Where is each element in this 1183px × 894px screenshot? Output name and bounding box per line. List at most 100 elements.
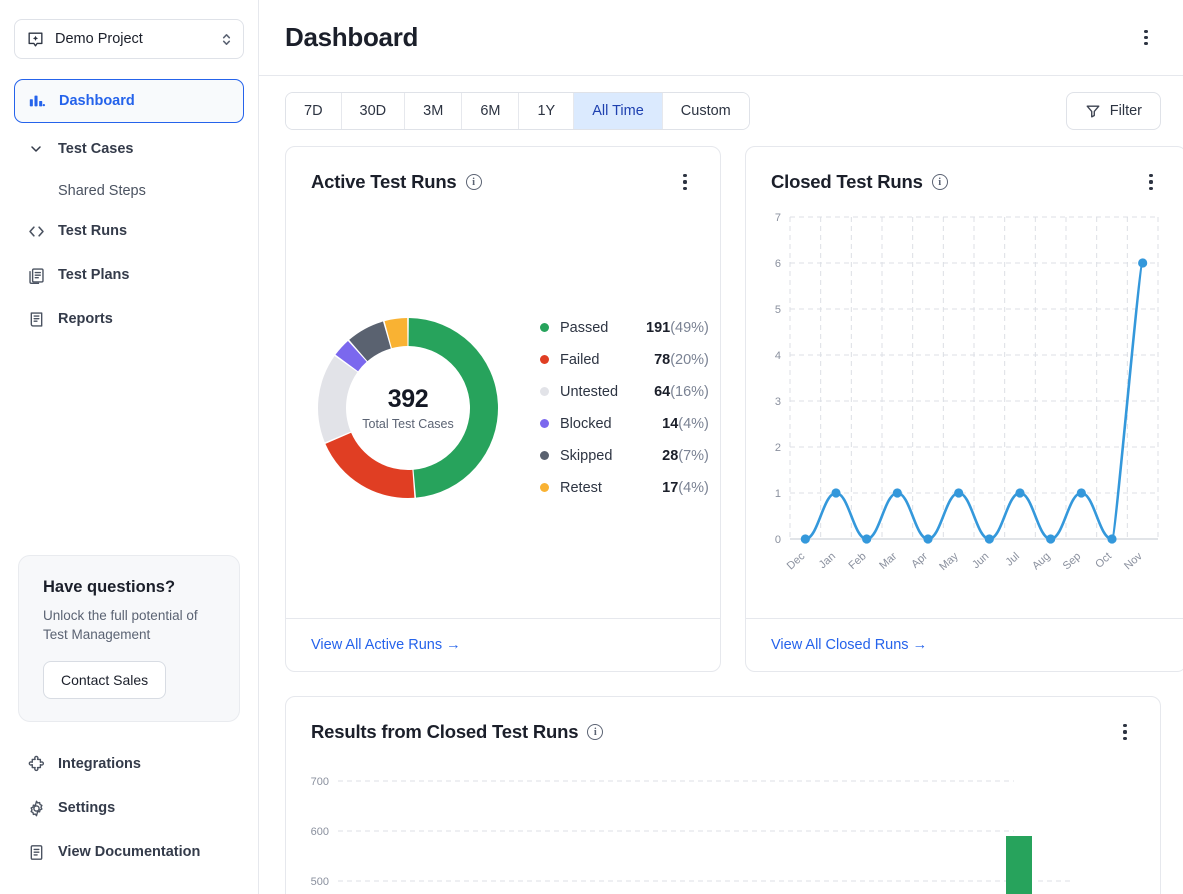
x-axis-tick: Mar [877, 550, 899, 572]
legend-value: 191 [646, 319, 671, 336]
kebab-menu-icon [1123, 724, 1127, 728]
data-point[interactable] [954, 488, 964, 498]
card-title: Active Test Runs [311, 171, 457, 192]
code-brackets-icon [26, 221, 46, 241]
legend-percent: (4%) [678, 479, 709, 496]
contact-sales-button[interactable]: Contact Sales [43, 661, 167, 699]
data-point[interactable] [1046, 534, 1056, 544]
sidebar-item-view-documentation[interactable]: View Documentation [14, 832, 244, 872]
data-point[interactable] [1015, 488, 1025, 498]
secondary-nav: Integrations Settings View Documentation [0, 722, 258, 894]
filter-button[interactable]: Filter [1065, 92, 1161, 130]
sidebar-item-dashboard[interactable]: Dashboard [14, 79, 244, 123]
data-point[interactable] [892, 488, 902, 498]
legend-percent: (49%) [670, 319, 709, 336]
range-tab-1y[interactable]: 1Y [519, 93, 575, 129]
legend-item-skipped[interactable]: Skipped 28 (7%) [540, 448, 709, 464]
primary-nav: Dashboard Test Cases Shared Steps Test R… [0, 79, 258, 343]
project-badge-icon [26, 30, 45, 49]
range-tab-all-time[interactable]: All Time [574, 93, 663, 129]
x-axis-tick: Aug [1030, 550, 1053, 572]
info-icon[interactable]: i [587, 724, 604, 740]
legend-color-dot [540, 323, 549, 332]
legend-item-retest[interactable]: Retest 17 (4%) [540, 480, 709, 496]
sidebar-item-settings[interactable]: Settings [14, 788, 244, 828]
data-point[interactable] [862, 534, 872, 544]
range-tab-7d[interactable]: 7D [286, 93, 342, 129]
legend-item-blocked[interactable]: Blocked 14 (4%) [540, 416, 709, 432]
sidebar-item-label: Reports [58, 311, 113, 327]
promo-body: Unlock the full potential of Test Manage… [43, 607, 198, 642]
y-axis-tick: 700 [311, 776, 329, 788]
legend-item-untested[interactable]: Untested 64 (16%) [540, 384, 709, 400]
page-title: Dashboard [285, 22, 419, 52]
puzzle-icon [26, 754, 46, 774]
legend-percent: (16%) [670, 383, 709, 400]
card-menu-button[interactable] [1110, 717, 1140, 747]
dashboard-toolbar: 7D 30D 3M 6M 1Y All Time Custom Filter [285, 76, 1161, 146]
legend-label: Passed [560, 319, 609, 336]
data-point[interactable] [800, 534, 810, 544]
legend-value: 28 [662, 447, 679, 464]
sidebar-item-test-cases[interactable]: Test Cases [14, 129, 244, 169]
data-point[interactable] [831, 488, 841, 498]
data-point[interactable] [1138, 258, 1148, 268]
range-tab-30d[interactable]: 30D [341, 93, 406, 129]
project-selector[interactable]: Demo Project [14, 19, 244, 59]
y-axis-tick: 3 [775, 396, 781, 408]
donut-svg [318, 317, 499, 498]
chevron-updown-icon[interactable] [220, 31, 233, 48]
donut-slice-passed[interactable] [408, 317, 499, 498]
legend-percent: (4%) [678, 415, 709, 432]
y-axis-tick: 7 [775, 212, 781, 224]
view-all-closed-runs-link[interactable]: View All Closed Runs → [771, 637, 927, 653]
x-axis-tick: Dec [785, 550, 808, 572]
data-point[interactable] [923, 534, 933, 544]
y-axis-tick: 500 [311, 876, 329, 888]
card-footer: View All Active Runs → [286, 618, 720, 671]
line-chart-area: 0 1 2 3 4 5 6 7 Dec Jan Feb Mar Apr May Jun Jul Aug Sep Oc… [746, 197, 1183, 618]
main-content: Dashboard 7D 30D 3M 6M 1Y All Time Custo… [259, 0, 1183, 894]
legend-color-dot [540, 483, 549, 492]
info-icon[interactable]: i [465, 174, 482, 190]
legend-color-dot [540, 419, 549, 428]
page-menu-button[interactable] [1131, 23, 1161, 53]
kebab-menu-icon [683, 174, 687, 178]
range-tab-custom[interactable]: Custom [662, 93, 749, 129]
donut-slice-failed[interactable] [325, 432, 415, 498]
view-all-active-runs-link[interactable]: View All Active Runs → [311, 637, 461, 653]
data-point[interactable] [984, 534, 994, 544]
kebab-menu-icon [1144, 29, 1148, 33]
bar-passed[interactable] [1006, 836, 1032, 894]
data-point[interactable] [1076, 488, 1086, 498]
card-menu-button[interactable] [670, 167, 700, 197]
sidebar-item-test-plans[interactable]: Test Plans [14, 255, 244, 295]
sidebar-item-label: Test Plans [58, 267, 130, 283]
sidebar-item-test-runs[interactable]: Test Runs [14, 211, 244, 251]
legend-color-dot [540, 355, 549, 364]
legend-value: 64 [654, 383, 671, 400]
legend-item-failed[interactable]: Failed 78 (20%) [540, 352, 709, 368]
legend-item-passed[interactable]: Passed 191 (49%) [540, 320, 709, 336]
card-header: Closed Test Runs i [746, 147, 1183, 197]
card-menu-button[interactable] [1136, 167, 1166, 197]
donut-slice-untested[interactable] [318, 355, 358, 442]
card-title: Results from Closed Test Runs [311, 721, 579, 742]
bar-chart-svg: 700 600 500 [311, 776, 1072, 894]
legend-value: 17 [662, 479, 679, 496]
sidebar-item-label: Shared Steps [58, 183, 146, 199]
y-axis-tick: 1 [775, 488, 781, 500]
range-tab-6m[interactable]: 6M [462, 93, 520, 129]
dashboard-body: 7D 30D 3M 6M 1Y All Time Custom Filter A… [259, 76, 1183, 894]
cards-row: Active Test Runs i 392 Total Test Cases … [285, 146, 1183, 672]
y-axis-tick: 5 [775, 304, 781, 316]
sidebar-item-integrations[interactable]: Integrations [14, 744, 244, 784]
sidebar-item-label: Dashboard [59, 93, 135, 109]
sidebar-item-reports[interactable]: Reports [14, 299, 244, 339]
donut-chart-area: 392 Total Test Cases Passed 191 (49%) Fa… [286, 197, 720, 618]
sidebar-item-shared-steps[interactable]: Shared Steps [14, 173, 244, 209]
data-point[interactable] [1107, 534, 1117, 544]
range-tab-3m[interactable]: 3M [405, 93, 463, 129]
x-axis-tick: Nov [1122, 550, 1145, 572]
info-icon[interactable]: i [931, 174, 948, 190]
